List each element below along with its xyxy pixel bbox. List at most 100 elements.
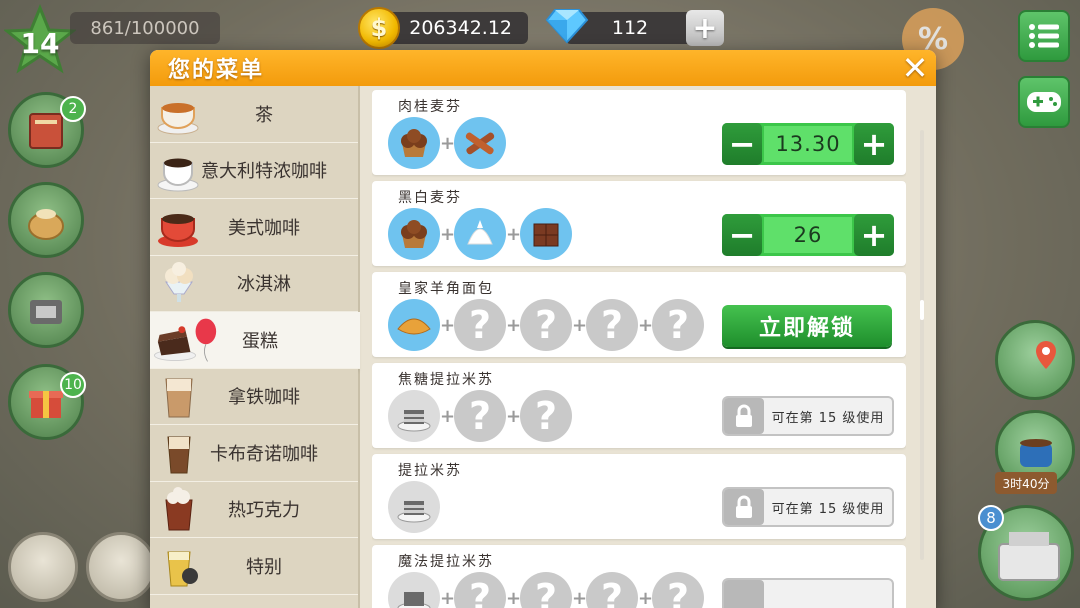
- coin-counter: 206342.12: [378, 12, 528, 44]
- unknown-ingredient-icon: ?: [520, 299, 572, 351]
- unknown-ingredient-icon: ?: [586, 299, 638, 351]
- ingredient-row: + ? + ? + ? + ?: [388, 571, 704, 608]
- level-lock-tag: [722, 578, 894, 608]
- plus-sign: +: [506, 223, 522, 245]
- register-badge: 8: [978, 505, 1004, 531]
- increase-price-button[interactable]: +: [854, 214, 894, 256]
- plus-sign: +: [440, 405, 456, 427]
- xp-bar: 861/100000: [70, 12, 220, 44]
- recipe-card: 黑白麦芬 + + − 26 +: [372, 181, 906, 266]
- dialog-header: 您的菜单 ✕: [150, 50, 936, 86]
- lock-text: 可在第 15 级使用: [771, 501, 885, 517]
- plus-sign: +: [440, 223, 456, 245]
- unknown-ingredient-icon: ?: [652, 299, 704, 351]
- dialog-title: 您的菜单: [168, 58, 265, 83]
- hot-chocolate-icon: [165, 486, 193, 530]
- recipe-name: 肉桂麦芬: [398, 99, 462, 115]
- phone-orders-button[interactable]: [8, 272, 84, 348]
- category-item-hot-chocolate[interactable]: 热巧克力: [150, 481, 358, 538]
- sack-icon: [28, 209, 64, 240]
- croissant-icon: [388, 299, 440, 351]
- category-item-americano[interactable]: 美式咖啡: [150, 199, 358, 256]
- unknown-ingredient-icon: ?: [520, 390, 572, 442]
- category-item-latte[interactable]: 拿铁咖啡: [150, 368, 358, 425]
- gifts-badge: 10: [60, 372, 86, 398]
- plus-sign: +: [572, 314, 588, 336]
- chocolate-bar-icon: [520, 208, 572, 260]
- price-stepper: − 26 +: [722, 214, 894, 256]
- recipe-list[interactable]: 肉桂麦芬 + − 13.30 + 黑白麦芬 + + − 26 + 皇家羊角面包 …: [372, 90, 906, 608]
- journal-badge: 2: [60, 96, 86, 122]
- main-menu-button[interactable]: [1018, 10, 1070, 62]
- coin-icon: $: [358, 7, 400, 49]
- tiramisu-icon: [388, 390, 440, 442]
- plus-sign: +: [506, 314, 522, 336]
- map-button[interactable]: [995, 320, 1075, 400]
- unknown-ingredient-icon: ?: [454, 572, 506, 608]
- plus-sign: +: [638, 314, 654, 336]
- recipe-name: 黑白麦芬: [398, 190, 462, 206]
- level-number: 14: [20, 26, 60, 60]
- cinnamon-icon: [454, 117, 506, 169]
- decrease-price-button[interactable]: −: [722, 123, 762, 165]
- padlock-icon: [724, 489, 764, 525]
- ingredient-row: +: [388, 116, 506, 170]
- ingredient-row: + ? + ? + ? + ?: [388, 298, 704, 352]
- level-lock-tag: 可在第 15 级使用: [722, 396, 894, 436]
- bottom-slot-ingredient[interactable]: [8, 532, 78, 602]
- level-star-badge[interactable]: 14: [4, 4, 76, 76]
- tiramisu-icon: [388, 572, 440, 608]
- decrease-price-button[interactable]: −: [722, 214, 762, 256]
- recipe-scrollbar[interactable]: [920, 130, 924, 560]
- gamepad-icon: [1027, 92, 1061, 112]
- unknown-ingredient-icon: ?: [454, 390, 506, 442]
- price-value: 26: [764, 217, 852, 253]
- scroll-thumb[interactable]: [920, 300, 924, 320]
- unknown-ingredient-icon: ?: [652, 572, 704, 608]
- recipe-card: 焦糖提拉米苏 + ? + ? 可在第 15 级使用: [372, 363, 906, 448]
- increase-price-button[interactable]: +: [854, 123, 894, 165]
- ingredients-button[interactable]: [8, 182, 84, 258]
- category-item-cake[interactable]: 蛋糕: [150, 312, 360, 369]
- close-button[interactable]: ✕: [900, 52, 930, 84]
- unlock-now-button[interactable]: 立即解锁: [722, 305, 892, 347]
- map-pin-icon: [1036, 341, 1056, 369]
- menu-dialog: 您的菜单 ✕ 茶 意大利特浓咖啡 美式咖啡 冰淇淋 蛋糕 拿铁咖啡 卡布奇诺咖啡…: [150, 50, 936, 608]
- plus-sign: +: [506, 587, 522, 608]
- ingredient-row: + +: [388, 207, 572, 261]
- muffin-icon: [388, 117, 440, 169]
- category-item-cappuccino[interactable]: 卡布奇诺咖啡: [150, 425, 358, 482]
- plus-sign: +: [440, 314, 456, 336]
- price-stepper: − 13.30 +: [722, 123, 894, 165]
- buy-gems-button[interactable]: +: [686, 10, 724, 46]
- recipe-name: 焦糖提拉米苏: [398, 372, 494, 388]
- bottom-slot-cream[interactable]: [86, 532, 156, 602]
- lock-text: 可在第 15 级使用: [771, 410, 885, 426]
- category-item-special[interactable]: 特别: [150, 538, 358, 595]
- category-item-ice-cream[interactable]: 冰淇淋: [150, 255, 358, 312]
- padlock-icon: [724, 398, 764, 434]
- ice-cream-icon: [165, 261, 193, 302]
- unknown-ingredient-icon: ?: [586, 572, 638, 608]
- category-item-tea[interactable]: 茶: [150, 86, 358, 143]
- recipe-name: 魔法提拉米苏: [398, 554, 494, 570]
- recipe-name: 提拉米苏: [398, 463, 462, 479]
- list-icon: [1029, 24, 1059, 48]
- recipe-card: 肉桂麦芬 + − 13.30 +: [372, 90, 906, 175]
- diamond-icon: [545, 9, 589, 44]
- padlock-icon: [724, 580, 764, 608]
- plus-sign: +: [638, 587, 654, 608]
- plus-sign: +: [572, 587, 588, 608]
- price-value: 13.30: [764, 126, 852, 162]
- recipe-name: 皇家羊角面包: [398, 281, 494, 297]
- special-drink-icon: [167, 551, 198, 587]
- muffin-icon: [388, 208, 440, 260]
- unknown-ingredient-icon: ?: [520, 572, 572, 608]
- level-lock-tag: 可在第 15 级使用: [722, 487, 894, 527]
- category-item-espresso[interactable]: 意大利特浓咖啡: [150, 142, 358, 199]
- recipe-card: 提拉米苏 可在第 15 级使用: [372, 454, 906, 539]
- minigame-button[interactable]: [1018, 76, 1070, 128]
- category-list: 茶 意大利特浓咖啡 美式咖啡 冰淇淋 蛋糕 拿铁咖啡 卡布奇诺咖啡 热巧克力 特…: [150, 86, 360, 608]
- cappuccino-glass-icon: [167, 436, 191, 474]
- plus-sign: +: [440, 587, 456, 608]
